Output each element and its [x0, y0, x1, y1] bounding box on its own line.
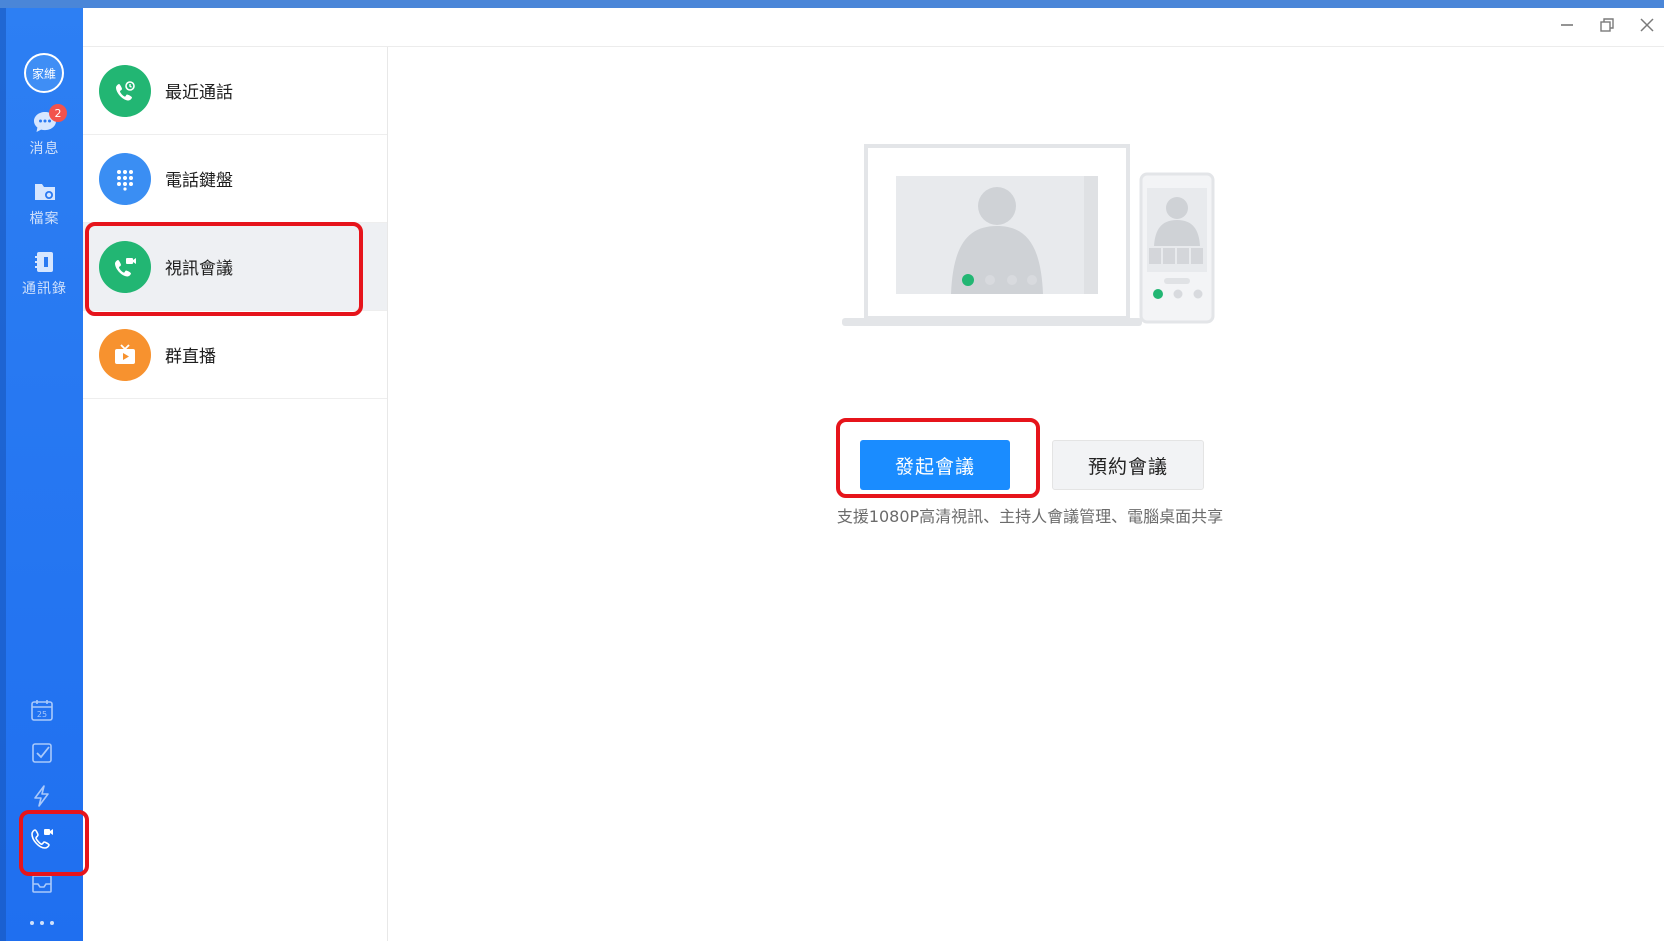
- video-meeting-icon: [99, 240, 151, 293]
- calendar-icon[interactable]: 25: [28, 696, 56, 724]
- rail-item-label: 通訊錄: [22, 281, 67, 297]
- close-icon[interactable]: [1636, 14, 1658, 36]
- menu-item-label: 視訊會議: [165, 259, 233, 279]
- rail-item-files[interactable]: 檔案: [6, 178, 83, 228]
- menu-item-label: 電話鍵盤: [165, 171, 233, 191]
- menu-item-label: 最近通話: [165, 83, 233, 103]
- schedule-meeting-button[interactable]: 預約會議: [1052, 440, 1204, 490]
- left-nav-rail: 家維 2 消息 檔案 通訊錄 25: [0, 8, 83, 941]
- dialpad-icon: [99, 152, 151, 205]
- folder-icon: [31, 178, 59, 206]
- unread-badge: 2: [49, 104, 67, 122]
- rail-item-label: 檔案: [29, 211, 60, 227]
- video-call-icon[interactable]: [28, 825, 56, 853]
- checkbox-task-icon[interactable]: [28, 739, 56, 767]
- calendar-day: 25: [37, 710, 47, 719]
- menu-item-recent-calls[interactable]: 最近通話: [83, 47, 387, 135]
- restore-icon[interactable]: [1596, 14, 1618, 36]
- live-tv-icon: [99, 328, 151, 381]
- window-controls: [1556, 14, 1658, 36]
- call-menu-panel: 最近通話 電話鍵盤 視訊會議 群直播: [83, 47, 388, 941]
- window-top-border: [0, 0, 1664, 8]
- menu-item-group-live[interactable]: 群直播: [83, 311, 387, 399]
- start-meeting-button[interactable]: 發起會議: [860, 440, 1010, 490]
- menu-item-label: 群直播: [165, 347, 216, 367]
- contacts-book-icon: [31, 248, 59, 276]
- video-meeting-illustration: [836, 144, 1216, 334]
- menu-item-video-meeting[interactable]: 視訊會議: [83, 223, 387, 311]
- more-dots-icon[interactable]: [30, 921, 54, 925]
- minimize-icon[interactable]: [1556, 14, 1578, 36]
- rail-item-label: 消息: [29, 141, 60, 157]
- avatar[interactable]: 家維: [24, 53, 64, 93]
- lightning-icon[interactable]: [28, 782, 56, 810]
- mail-icon[interactable]: [28, 870, 56, 898]
- rail-item-messages[interactable]: 2 消息: [6, 104, 83, 158]
- menu-item-dialpad[interactable]: 電話鍵盤: [83, 135, 387, 223]
- recent-call-icon: [99, 64, 151, 117]
- rail-item-contacts[interactable]: 通訊錄: [6, 248, 83, 298]
- feature-tagline: 支援1080P高清視訊、主持人會議管理、電腦桌面共享: [836, 507, 1224, 526]
